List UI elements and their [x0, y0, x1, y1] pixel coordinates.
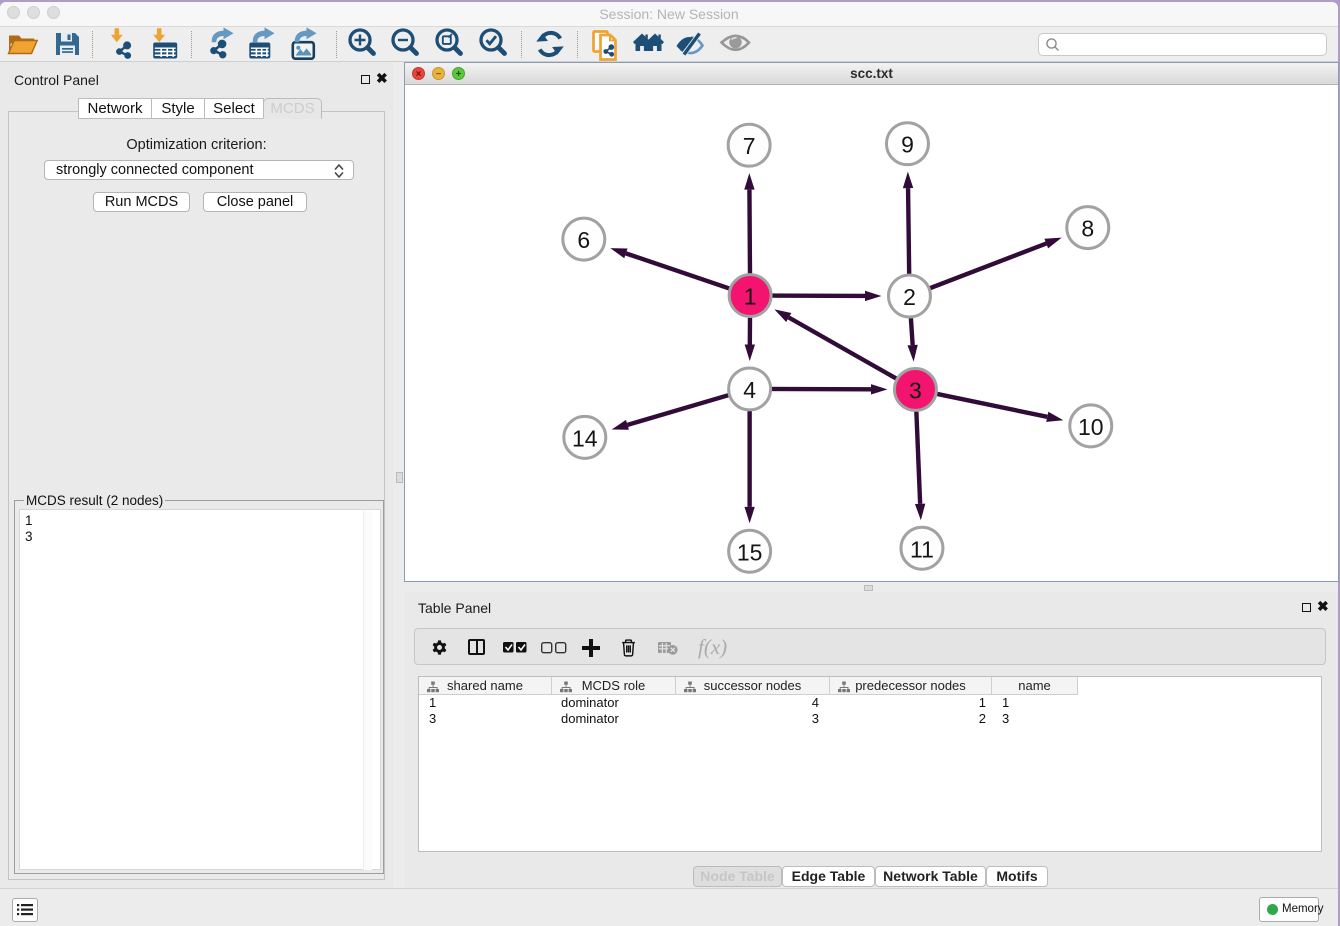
svg-text:14: 14 [572, 425, 598, 451]
svg-text:6: 6 [577, 227, 590, 253]
svg-text:1: 1 [744, 284, 757, 310]
svg-text:2: 2 [903, 284, 916, 310]
svg-text:3: 3 [909, 377, 922, 403]
svg-text:8: 8 [1081, 216, 1094, 242]
svg-text:10: 10 [1078, 414, 1104, 440]
svg-text:9: 9 [901, 132, 914, 158]
svg-text:7: 7 [743, 133, 756, 159]
svg-text:11: 11 [910, 536, 934, 562]
svg-text:15: 15 [737, 539, 763, 565]
svg-text:4: 4 [743, 377, 756, 403]
